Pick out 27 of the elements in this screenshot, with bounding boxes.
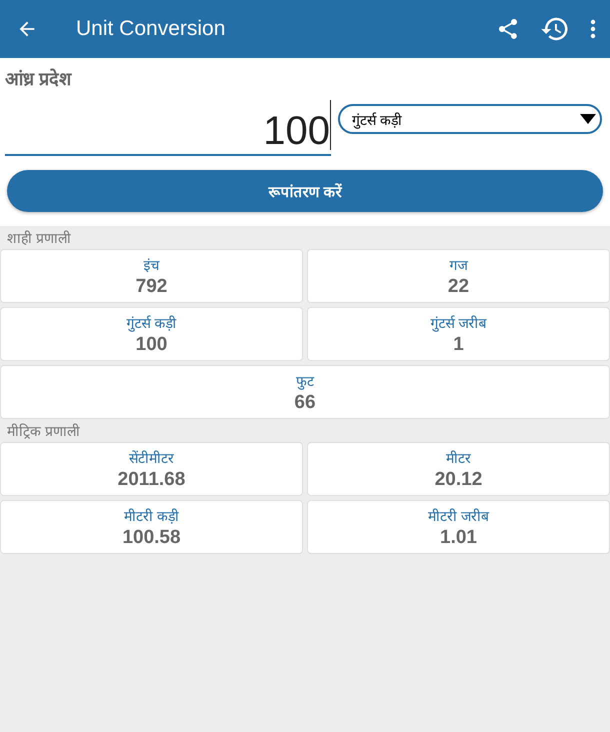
unit-label: फुट xyxy=(296,372,314,390)
result-value: 792 xyxy=(136,276,168,298)
result-value: 100.58 xyxy=(122,526,181,548)
region-label: आंध्र प्रदेश xyxy=(0,58,610,94)
more-vertical-icon xyxy=(590,19,596,39)
result-value: 1 xyxy=(453,334,464,356)
result-value: 1.01 xyxy=(440,526,477,548)
unit-label: सेंटीमीटर xyxy=(129,448,174,466)
section-header: मीट्रिक प्रणाली xyxy=(6,422,81,441)
result-value: 22 xyxy=(448,276,470,298)
app-title: Unit Conversion xyxy=(76,17,226,41)
share-icon xyxy=(496,17,520,41)
unit-dropdown[interactable]: गुंटर्स कड़ी xyxy=(338,104,602,134)
unit-label: मीटरी कड़ी xyxy=(124,506,179,524)
unit-label: गज xyxy=(450,256,468,274)
result-value: 66 xyxy=(294,392,316,414)
unit-label: गुंटर्स कड़ी xyxy=(126,314,176,332)
unit-label: गुंटर्स जरीब xyxy=(430,314,486,332)
section-header: शाही प्रणाली xyxy=(6,229,72,248)
convert-button[interactable]: रूपांतरण करें xyxy=(7,170,603,212)
result-value: 20.12 xyxy=(434,468,482,490)
unit-label: मीटर xyxy=(446,448,471,466)
result-value: 2011.68 xyxy=(118,468,186,490)
result-value: 100 xyxy=(136,334,168,356)
dropdown-arrow-icon xyxy=(580,114,596,124)
unit-label: मीटरी जरीब xyxy=(428,506,489,524)
unit-label: इंच xyxy=(144,256,160,274)
